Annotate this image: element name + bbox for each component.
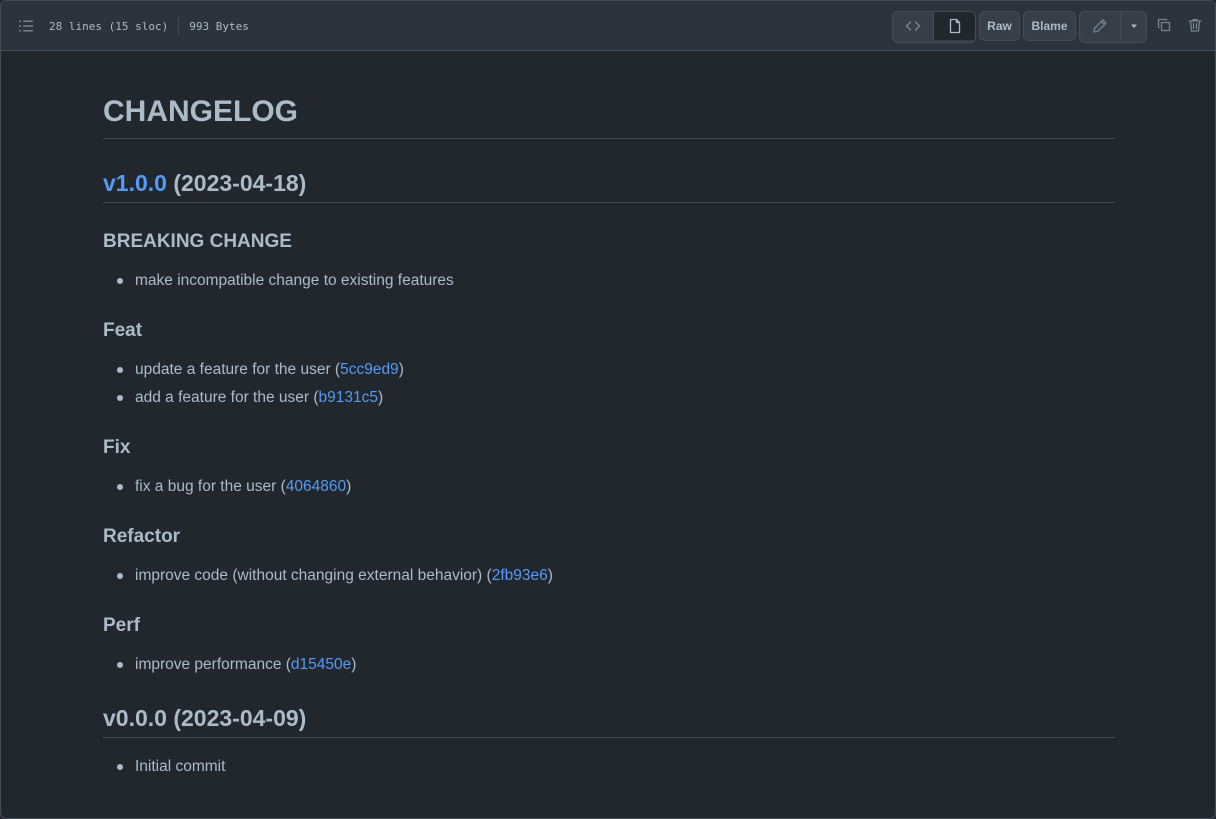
code-icon: [905, 18, 921, 34]
release-date-v1: (2023-04-18): [166, 170, 307, 196]
list-refactor: improve code (without changing external …: [103, 565, 553, 593]
file-viewer: 28 lines (15 sloc) 993 Bytes Raw Blame C…: [0, 0, 1216, 819]
section-heading-feat: Feat: [103, 320, 143, 341]
page-title: CHANGELOG: [103, 94, 1115, 139]
list-item: add a feature for the user (b9131c5): [103, 387, 404, 415]
section-heading-fix: Fix: [103, 437, 131, 458]
blame-button[interactable]: Blame: [1023, 11, 1076, 41]
file-size: 993 Bytes: [189, 19, 249, 33]
line-count: 28 lines (15 sloc): [49, 19, 169, 33]
list-item: Initial commit: [103, 756, 225, 784]
preview-button[interactable]: [933, 12, 975, 40]
section-heading-breaking: BREAKING CHANGE: [103, 231, 292, 252]
list-item: improve code (without changing external …: [103, 565, 553, 593]
list-perf: improve performance (d15450e): [103, 654, 356, 682]
release-heading-v0: v0.0.0 (2023-04-09): [103, 703, 1115, 738]
raw-button[interactable]: Raw: [979, 11, 1020, 41]
commit-link[interactable]: 5cc9ed9: [340, 361, 399, 378]
commit-link[interactable]: 2fb93e6: [492, 567, 548, 584]
triangle-down-icon: [1129, 21, 1139, 31]
pencil-icon: [1092, 18, 1108, 34]
release-link-v1[interactable]: v1.0.0: [103, 170, 167, 196]
list-breaking: make incompatible change to existing fea…: [103, 270, 454, 298]
edit-dropdown-button[interactable]: [1120, 12, 1146, 40]
list-item: make incompatible change to existing fea…: [103, 270, 454, 298]
file-header: 28 lines (15 sloc) 993 Bytes Raw Blame: [1, 1, 1215, 51]
code-view-button[interactable]: [893, 12, 933, 40]
edit-button[interactable]: [1080, 12, 1120, 40]
trash-icon: [1187, 17, 1203, 33]
list-v0: Initial commit: [103, 756, 225, 784]
copy-button[interactable]: [1152, 13, 1176, 37]
section-heading-perf: Perf: [103, 615, 140, 636]
release-heading-v1: v1.0.0 (2023-04-18): [103, 168, 1115, 203]
file-info: 28 lines (15 sloc) 993 Bytes: [49, 17, 249, 35]
divider: [178, 17, 180, 35]
commit-link[interactable]: 4064860: [286, 478, 346, 495]
list-feat: update a feature for the user (5cc9ed9) …: [103, 359, 404, 415]
edit-group: [1079, 11, 1147, 43]
file-icon: [947, 18, 963, 34]
delete-button[interactable]: [1183, 13, 1207, 37]
list-item: update a feature for the user (5cc9ed9): [103, 359, 404, 387]
commit-link[interactable]: d15450e: [291, 656, 351, 673]
view-toggle: [892, 11, 976, 43]
copy-icon: [1156, 17, 1172, 33]
list-fix: fix a bug for the user (4064860): [103, 476, 351, 504]
section-heading-refactor: Refactor: [103, 526, 181, 547]
commit-link[interactable]: b9131c5: [319, 389, 378, 406]
list-item: improve performance (d15450e): [103, 654, 356, 682]
list-item: fix a bug for the user (4064860): [103, 476, 351, 504]
list-unordered-icon: [18, 18, 34, 34]
outline-button[interactable]: [13, 14, 39, 38]
